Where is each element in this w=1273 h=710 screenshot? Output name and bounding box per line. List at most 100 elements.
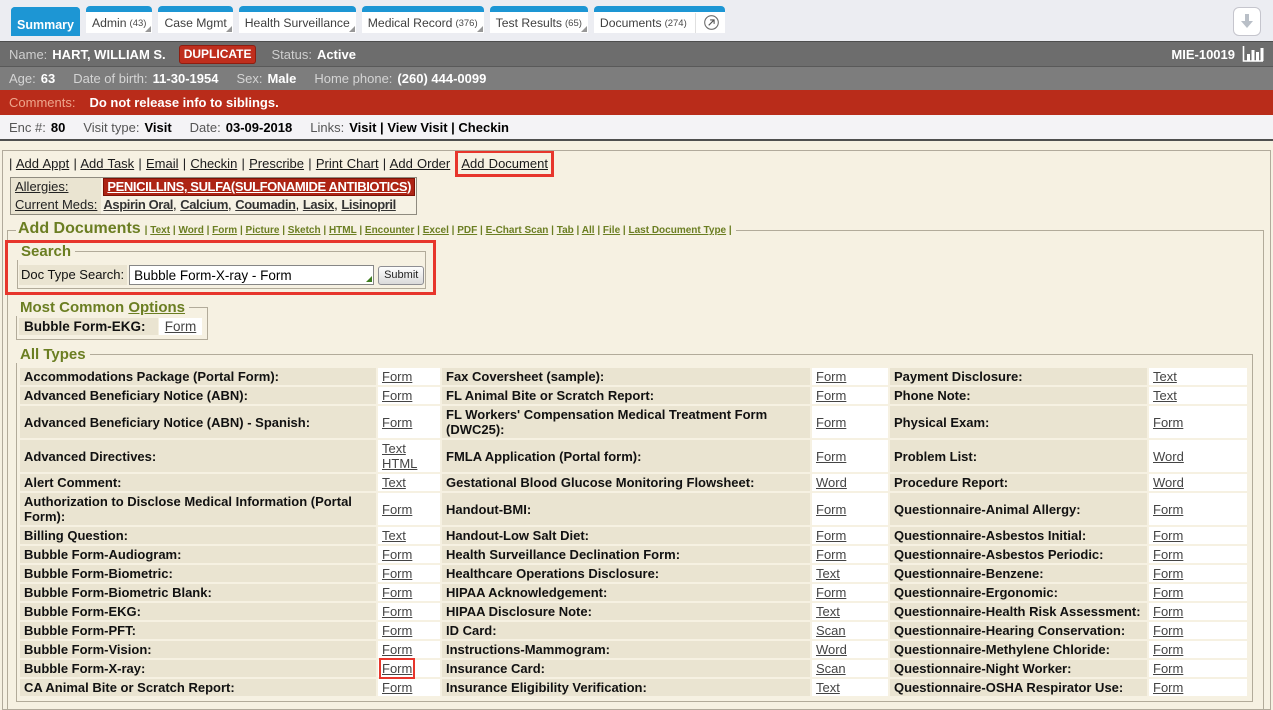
doc-action-link-text[interactable]: Text — [382, 475, 406, 490]
allergies-link[interactable]: Allergies: — [15, 179, 68, 194]
doc-type-link-pdf[interactable]: PDF — [457, 225, 477, 236]
doc-action-link-word[interactable]: Word — [1153, 475, 1184, 490]
doc-action-link-text[interactable]: Text — [1153, 369, 1177, 384]
doc-action-link-form[interactable]: Form — [382, 547, 412, 562]
doc-action-link-form[interactable]: Form — [1153, 415, 1183, 430]
doc-type-link-excel[interactable]: Excel — [423, 225, 449, 236]
doc-action-link-form[interactable]: Form — [816, 547, 846, 562]
med-link-coumadin[interactable]: Coumadin — [235, 197, 295, 212]
doc-type-search-input[interactable] — [129, 265, 374, 285]
doc-action-link-text[interactable]: Text — [816, 566, 840, 581]
date-label: Date: — [190, 120, 221, 135]
doc-action-link-form[interactable]: Form — [1153, 566, 1183, 581]
doc-action-link-form[interactable]: Form — [816, 528, 846, 543]
doc-action-link-form[interactable]: Form — [816, 369, 846, 384]
doc-action-link-text[interactable]: Text — [382, 528, 406, 543]
tab-label: Documents — [600, 16, 662, 30]
doc-action-link-form[interactable]: Form — [382, 680, 412, 695]
doc-action-link-form[interactable]: Form — [816, 585, 846, 600]
quick-link-add-appt[interactable]: Add Appt — [16, 156, 69, 171]
doc-action-link-word[interactable]: Word — [1153, 449, 1184, 464]
doc-type-link-all[interactable]: All — [582, 225, 595, 236]
table-row: Bubble Form-EKG:FormHIPAA Disclosure Not… — [20, 603, 1247, 620]
encounter-link-visit[interactable]: Visit — [349, 120, 376, 135]
encounter-link-checkin[interactable]: Checkin — [458, 120, 509, 135]
doc-action-link-form[interactable]: Form — [1153, 502, 1183, 517]
med-link-aspirin-oral[interactable]: Aspirin Oral — [103, 197, 173, 212]
doc-action-link-form[interactable]: Form — [1153, 661, 1183, 676]
tab-case-mgmt[interactable]: Case Mgmt — [158, 6, 232, 33]
doc-type-link-html[interactable]: HTML — [329, 225, 357, 236]
doc-action-link-form[interactable]: Form — [382, 661, 412, 676]
doc-type-actions: Form — [378, 679, 440, 696]
current-meds-link[interactable]: Current Meds: — [15, 197, 97, 212]
doc-type-label: Accommodations Package (Portal Form): — [20, 368, 376, 385]
bar-chart-icon[interactable] — [1242, 46, 1264, 63]
doc-action-link-text[interactable]: Text — [1153, 388, 1177, 403]
doc-action-link-text[interactable]: Text — [382, 441, 406, 456]
tab-health-surveillance[interactable]: Health Surveillance — [239, 6, 356, 33]
doc-action-link-form[interactable]: Form — [816, 502, 846, 517]
doc-action-link-form[interactable]: Form — [816, 449, 846, 464]
doc-action-link-form[interactable]: Form — [382, 369, 412, 384]
doc-action-link-form[interactable]: Form — [816, 388, 846, 403]
doc-type-link-sketch[interactable]: Sketch — [288, 225, 321, 236]
most-common-form-link[interactable]: Form — [165, 319, 197, 334]
doc-type-label: Bubble Form-Biometric Blank: — [20, 584, 376, 601]
doc-action-link-form[interactable]: Form — [382, 604, 412, 619]
doc-action-link-form[interactable]: Form — [1153, 604, 1183, 619]
quick-link-email[interactable]: Email — [146, 156, 179, 171]
quick-link-add-task[interactable]: Add Task — [80, 156, 134, 171]
tab-medical-record[interactable]: Medical Record(376) — [362, 6, 484, 33]
doc-action-link-scan[interactable]: Scan — [816, 661, 846, 676]
quick-link-prescribe[interactable]: Prescribe — [249, 156, 304, 171]
doc-action-link-form[interactable]: Form — [382, 502, 412, 517]
doc-action-link-form[interactable]: Form — [1153, 623, 1183, 638]
allergy-value-link[interactable]: PENICILLINS, SULFA(SULFONAMIDE ANTIBIOTI… — [103, 178, 415, 196]
med-link-lasix[interactable]: Lasix — [303, 197, 334, 212]
quick-link-checkin[interactable]: Checkin — [190, 156, 237, 171]
most-common-options-link[interactable]: Options — [128, 299, 185, 316]
doc-action-link-form[interactable]: Form — [382, 415, 412, 430]
doc-action-link-form[interactable]: Form — [1153, 528, 1183, 543]
doc-action-link-form[interactable]: Form — [382, 388, 412, 403]
doc-type-link-tab[interactable]: Tab — [557, 225, 574, 236]
doc-action-link-scan[interactable]: Scan — [816, 623, 846, 638]
download-button[interactable] — [1233, 7, 1261, 36]
med-link-lisinopril[interactable]: Lisinopril — [341, 197, 396, 212]
doc-action-link-form[interactable]: Form — [1153, 585, 1183, 600]
doc-action-link-form[interactable]: Form — [382, 566, 412, 581]
med-link-calcium[interactable]: Calcium — [180, 197, 228, 212]
doc-action-link-form[interactable]: Form — [382, 585, 412, 600]
doc-type-link-picture[interactable]: Picture — [246, 225, 280, 236]
quick-link-print-chart[interactable]: Print Chart — [316, 156, 379, 171]
doc-action-link-form[interactable]: Form — [1153, 680, 1183, 695]
quick-link-add-order[interactable]: Add Order — [390, 156, 451, 171]
submit-button[interactable]: Submit — [378, 266, 424, 285]
tab-test-results[interactable]: Test Results(65) — [490, 6, 588, 33]
doc-action-link-form[interactable]: Form — [816, 415, 846, 430]
doc-action-link-form[interactable]: Form — [1153, 642, 1183, 657]
doc-action-link-text[interactable]: Text — [816, 604, 840, 619]
tab-admin[interactable]: Admin(43) — [86, 6, 152, 33]
doc-type-link-form[interactable]: Form — [212, 225, 237, 236]
tab-summary[interactable]: Summary — [11, 7, 80, 36]
doc-type-link-encounter[interactable]: Encounter — [365, 225, 414, 236]
doc-type-link-e-chart-scan[interactable]: E-Chart Scan — [486, 225, 549, 236]
external-link-icon[interactable] — [704, 15, 719, 30]
doc-action-link-word[interactable]: Word — [816, 475, 847, 490]
doc-action-link-form[interactable]: Form — [382, 642, 412, 657]
doc-action-link-form[interactable]: Form — [382, 623, 412, 638]
doc-type-link-text[interactable]: Text — [150, 225, 170, 236]
doc-action-link-form[interactable]: Form — [1153, 547, 1183, 562]
doc-type-actions: Form — [1149, 527, 1247, 544]
doc-action-link-word[interactable]: Word — [816, 642, 847, 657]
doc-type-link-file[interactable]: File — [603, 225, 620, 236]
quick-link-add-document[interactable]: Add Document — [461, 156, 548, 171]
doc-action-link-html[interactable]: HTML — [382, 456, 417, 471]
doc-type-link-word[interactable]: Word — [178, 225, 203, 236]
doc-type-link-last-document-type[interactable]: Last Document Type — [629, 225, 727, 236]
tab-documents[interactable]: Documents(274) — [594, 6, 725, 33]
doc-action-link-text[interactable]: Text — [816, 680, 840, 695]
encounter-link-view-visit[interactable]: View Visit — [387, 120, 447, 135]
